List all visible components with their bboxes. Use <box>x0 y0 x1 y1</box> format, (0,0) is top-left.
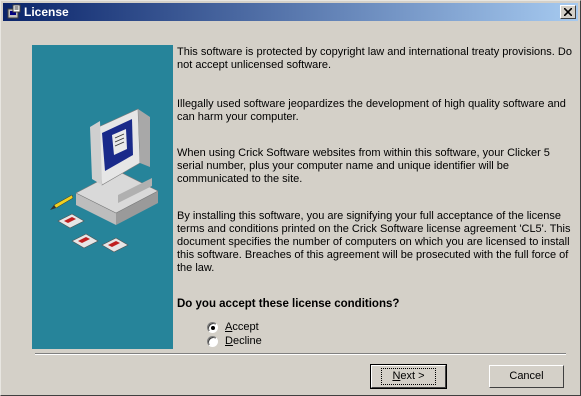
separator-highlight <box>35 354 566 355</box>
next-button-label: Next > <box>381 368 436 385</box>
radio-selected-dot <box>211 326 215 330</box>
license-paragraph-copyright: This software is protected by copyright … <box>177 46 572 71</box>
decline-radio-circle[interactable] <box>207 336 218 347</box>
side-illustration-panel <box>32 45 173 349</box>
license-paragraph-illegal-use: Illegally used software jeopardizes the … <box>177 98 566 123</box>
floppy-disk-icon <box>101 237 129 253</box>
close-button[interactable] <box>560 5 576 19</box>
accept-radio-label[interactable]: Accept <box>225 321 259 334</box>
close-icon <box>564 8 572 16</box>
pencil-icon <box>50 194 74 210</box>
computer-icon <box>75 108 159 225</box>
license-paragraph-websites: When using Crick Software websites from … <box>177 147 550 185</box>
decline-radio-label[interactable]: Decline <box>225 335 262 348</box>
license-paragraph-agreement: By installing this software, you are sig… <box>177 210 571 274</box>
cancel-button[interactable]: Cancel <box>489 365 564 388</box>
accept-radio-circle[interactable] <box>207 322 218 333</box>
license-dialog: License This software is protected by co… <box>0 0 581 396</box>
next-button[interactable]: Next > <box>370 364 447 389</box>
computer-disks-illustration <box>50 108 159 253</box>
floppy-disk-icon <box>71 233 99 249</box>
window-title: License <box>24 5 69 19</box>
title-bar[interactable]: License <box>3 3 578 21</box>
license-app-icon <box>7 4 21 19</box>
floppy-disk-icon <box>57 213 85 229</box>
accept-question: Do you accept these license conditions? <box>177 298 400 310</box>
